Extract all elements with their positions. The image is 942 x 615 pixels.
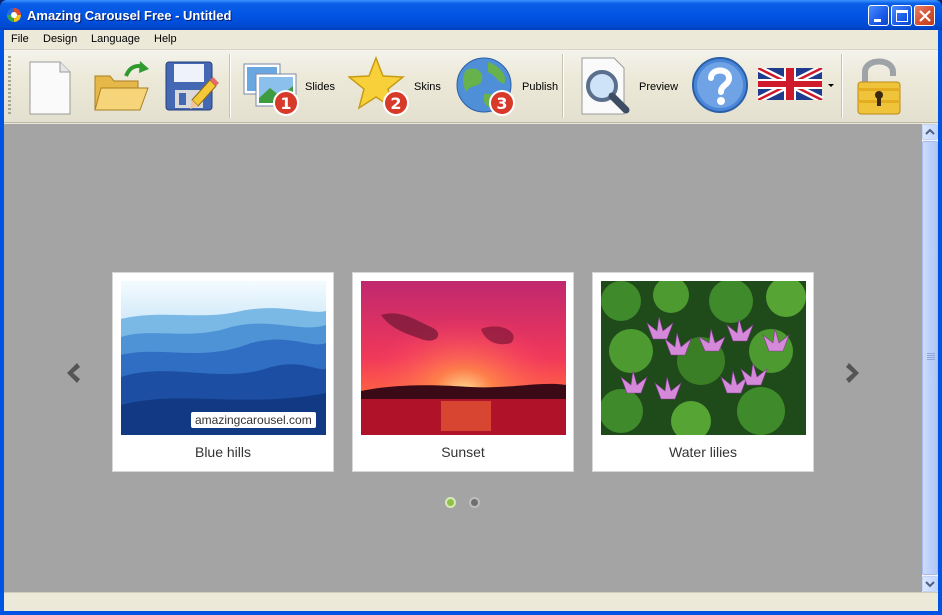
maximize-button[interactable] bbox=[891, 5, 912, 26]
minimize-button[interactable] bbox=[868, 5, 889, 26]
carousel-preview-area: amazingcarousel.com Blue hills Sunset Wa… bbox=[4, 124, 922, 592]
carousel-slide[interactable]: Sunset bbox=[352, 272, 574, 472]
menu-language[interactable]: Language bbox=[91, 33, 140, 45]
title-bar[interactable]: Amazing Carousel Free - Untitled bbox=[0, 0, 942, 30]
minimize-icon bbox=[874, 19, 881, 22]
toolbar: 1 Slides 2 Skins 3 Publish Preview bbox=[4, 50, 938, 123]
uk-flag-icon bbox=[758, 68, 824, 100]
close-icon bbox=[919, 10, 931, 22]
open-folder-icon bbox=[94, 61, 149, 111]
slides-icon bbox=[243, 63, 299, 116]
new-button[interactable] bbox=[26, 54, 74, 116]
toolbar-separator bbox=[841, 54, 843, 118]
save-button[interactable] bbox=[162, 54, 220, 116]
pagination-bullet[interactable] bbox=[469, 497, 480, 508]
slide-image-sunset bbox=[361, 281, 566, 435]
slide-caption: Sunset bbox=[441, 444, 485, 460]
language-selector[interactable] bbox=[758, 68, 824, 100]
publish-button[interactable]: 3 Publish bbox=[454, 54, 558, 116]
new-file-icon bbox=[29, 61, 71, 115]
scroll-up-icon bbox=[925, 128, 935, 135]
preview-button[interactable]: Preview bbox=[578, 54, 682, 116]
app-window: Amazing Carousel Free - Untitled File De… bbox=[0, 0, 942, 615]
slide-image-water-lilies bbox=[601, 281, 806, 435]
dropdown-arrow-icon[interactable] bbox=[828, 84, 834, 88]
pagination-bullet-active[interactable] bbox=[445, 497, 456, 508]
menu-help[interactable]: Help bbox=[154, 33, 177, 45]
step-badge: 3 bbox=[496, 94, 508, 113]
client-area: File Design Language Help 1 Slides 2 Ski… bbox=[4, 30, 938, 611]
app-logo-icon bbox=[7, 8, 21, 22]
menu-design[interactable]: Design bbox=[43, 33, 77, 45]
slide-image-blue-hills: amazingcarousel.com bbox=[121, 281, 326, 435]
register-lock-button[interactable] bbox=[854, 54, 904, 116]
help-button[interactable] bbox=[690, 54, 750, 116]
window-title: Amazing Carousel Free - Untitled bbox=[27, 8, 232, 23]
skins-button[interactable]: 2 Skins bbox=[348, 54, 444, 116]
step-badge: 2 bbox=[390, 94, 402, 113]
publish-label: Publish bbox=[522, 81, 559, 93]
help-icon bbox=[692, 57, 748, 113]
publish-globe-icon bbox=[456, 57, 515, 116]
vertical-scrollbar[interactable] bbox=[922, 124, 938, 592]
lock-icon bbox=[857, 58, 901, 115]
preview-magnifier-icon bbox=[581, 57, 630, 115]
toolbar-grip[interactable] bbox=[8, 56, 11, 116]
skins-label: Skins bbox=[414, 81, 441, 93]
save-disk-icon bbox=[165, 61, 219, 111]
scroll-up-button[interactable] bbox=[922, 124, 938, 140]
menu-file[interactable]: File bbox=[11, 33, 29, 45]
toolbar-separator bbox=[562, 54, 564, 118]
slide-caption: Water lilies bbox=[669, 444, 737, 460]
status-bar bbox=[4, 592, 938, 611]
watermark-label[interactable]: amazingcarousel.com bbox=[191, 412, 316, 428]
scroll-down-button[interactable] bbox=[922, 576, 938, 592]
slides-button[interactable]: 1 Slides bbox=[242, 54, 340, 116]
toolbar-separator bbox=[229, 54, 231, 118]
scroll-thumb[interactable] bbox=[922, 141, 938, 575]
close-button[interactable] bbox=[914, 5, 935, 26]
chevron-right-icon[interactable] bbox=[844, 361, 864, 385]
slides-label: Slides bbox=[305, 81, 335, 93]
carousel-slide[interactable]: Water lilies bbox=[592, 272, 814, 472]
scroll-down-icon bbox=[925, 581, 935, 588]
maximize-icon bbox=[896, 10, 908, 22]
menu-bar: File Design Language Help bbox=[4, 30, 938, 50]
slide-caption: Blue hills bbox=[194, 444, 252, 460]
carousel-slide[interactable]: amazingcarousel.com Blue hills bbox=[112, 272, 334, 472]
chevron-left-icon[interactable] bbox=[62, 361, 82, 385]
step-badge: 1 bbox=[280, 94, 292, 113]
preview-label: Preview bbox=[639, 81, 679, 93]
open-button[interactable] bbox=[92, 54, 152, 116]
